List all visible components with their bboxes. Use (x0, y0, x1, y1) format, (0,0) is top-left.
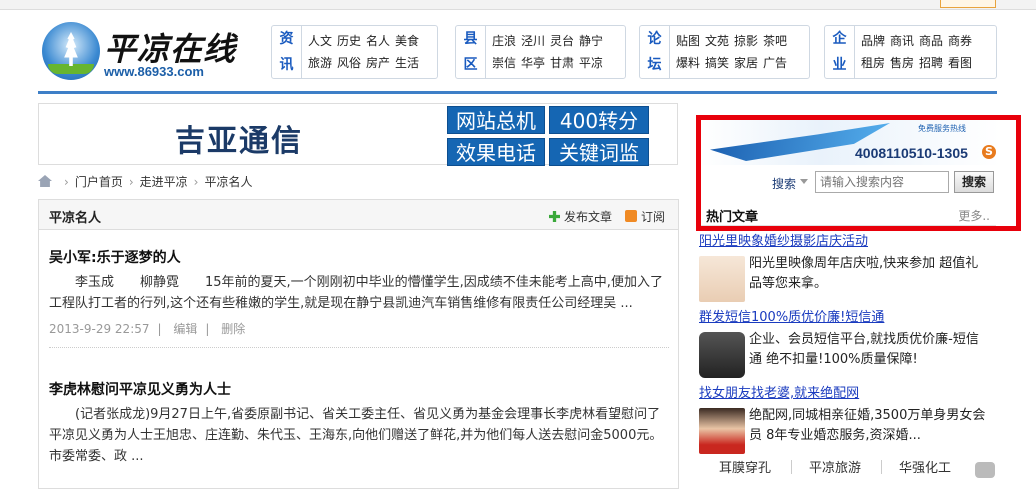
article-item: 李虎林慰问平凉见义勇为人士 (记者张成龙)9月27日上午,省委原副书记、省关工委… (49, 380, 669, 467)
nav-box-news: 资讯 人文 历史 名人 美食 旅游 风俗 房产 生活 (271, 25, 438, 79)
nav-link[interactable]: 静宁 (579, 30, 603, 52)
article-title[interactable]: 吴小军:乐于逐梦的人 (49, 248, 669, 268)
article-meta: 2013-9-29 22:57 | 编辑 | 删除 (49, 320, 669, 348)
publish-article-button[interactable]: 发布文章 (549, 208, 612, 225)
article-summary: (记者张成龙)9月27日上午,省委原副书记、省关工委主任、省见义勇为基金会理事长… (49, 407, 663, 464)
banner-tile[interactable]: 效果电话 (447, 138, 545, 166)
nav-link[interactable]: 商讯 (890, 30, 914, 52)
hot-article-summary: 阳光里映像周年店庆啦,快来参加 超值礼品等您来拿。 (749, 256, 979, 291)
nav-link[interactable]: 看图 (948, 52, 972, 74)
nav-link[interactable]: 华亭 (521, 52, 545, 74)
breadcrumb-link[interactable]: 走进平凉 (140, 175, 188, 189)
breadcrumb: › 门户首页 › 走进平凉 › 平凉名人 (38, 173, 252, 191)
article-item: 吴小军:乐于逐梦的人 李玉成 柳静霓 15年前的夏天,一个刚刚初中毕业的懵懂学生… (49, 248, 669, 348)
nav-link[interactable]: 文苑 (705, 30, 729, 52)
article-list-panel: 平凉名人 发布文章 订阅 吴小军:乐于逐梦的人 李玉成 柳静霓 15年前的夏天,… (38, 199, 679, 489)
bottom-link[interactable]: 耳膜穿孔 (719, 457, 771, 476)
banner-tile[interactable]: 网站总机 (447, 106, 545, 134)
nav-link[interactable]: 历史 (337, 30, 361, 52)
nav-link[interactable]: 招聘 (919, 52, 943, 74)
edit-link[interactable]: 编辑 (173, 322, 197, 336)
banner-tile[interactable]: 关键词监测 (549, 138, 649, 193)
top-toolbar-strip (0, 0, 1036, 10)
settings-corner-icon[interactable] (975, 462, 995, 478)
nav-link[interactable]: 甘肃 (550, 52, 574, 74)
ad-banner[interactable]: 吉亚通信 网站总机 400转分机 效果电话 关键词监测 (38, 103, 678, 193)
article-title[interactable]: 李虎林慰问平凉见义勇为人士 (49, 380, 669, 400)
phone-thumbnail[interactable] (699, 332, 745, 378)
nav-box-business: 企业 品牌 商讯 商品 商券 租房 售房 招聘 看图 (824, 25, 997, 79)
plus-icon (549, 211, 560, 222)
breadcrumb-link[interactable]: 门户首页 (75, 175, 123, 189)
banner-tile[interactable]: 400转分机 (549, 106, 649, 161)
logo-url: www.86933.com (104, 64, 204, 79)
nav-box-heading: 资讯 (272, 26, 302, 78)
nav-link[interactable]: 品牌 (861, 30, 885, 52)
nav-link[interactable]: 掠影 (734, 30, 758, 52)
list-item: 群发短信100%质优价廉!短信通 企业、会员短信平台,就找质优价廉-短信通 绝不… (699, 308, 999, 384)
bottom-link[interactable]: 平凉旅游 (809, 457, 861, 476)
hot-article-link[interactable]: 群发短信100%质优价廉!短信通 (699, 308, 999, 328)
list-item: 阳光里映象婚纱摄影店庆活动 阳光里映像周年店庆啦,快来参加 超值礼品等您来拿。 (699, 232, 999, 308)
site-logo[interactable]: 平凉在线 www.86933.com (42, 22, 242, 82)
nav-link[interactable]: 茶吧 (763, 30, 787, 52)
nav-box-heading: 县区 (456, 26, 486, 78)
article-date: 2013-9-29 22:57 (49, 322, 150, 336)
nav-box-heading: 企业 (825, 26, 855, 78)
nav-link[interactable]: 泾川 (521, 30, 545, 52)
rss-icon (625, 210, 637, 222)
nav-link[interactable]: 灵台 (550, 30, 574, 52)
list-item: 找女朋友找老婆,就来绝配网 绝配网,同城相亲征婚,3500万单身男女会员 8年专… (699, 384, 999, 460)
panel-title: 平凉名人 (49, 211, 102, 226)
nav-box-heading: 论坛 (640, 26, 670, 78)
home-icon[interactable] (38, 175, 52, 187)
delete-link[interactable]: 删除 (221, 322, 245, 336)
nav-link[interactable]: 崇信 (492, 52, 516, 74)
nav-link[interactable]: 房产 (366, 52, 390, 74)
nav-link[interactable]: 爆料 (676, 52, 700, 74)
nav-link[interactable]: 名人 (366, 30, 390, 52)
article-summary: 李玉成 柳静霓 15年前的夏天,一个刚刚初中毕业的懵懂学生,因成绩不佳未能考上高… (49, 275, 663, 311)
nav-link[interactable]: 售房 (890, 52, 914, 74)
nav-link[interactable]: 搞笑 (705, 52, 729, 74)
hot-article-link[interactable]: 找女朋友找老婆,就来绝配网 (699, 384, 999, 404)
nav-link[interactable]: 平凉 (579, 52, 603, 74)
banner-brand: 吉亚通信 (175, 124, 303, 159)
hot-articles-list: 阳光里映象婚纱摄影店庆活动 阳光里映像周年店庆啦,快来参加 超值礼品等您来拿。 … (699, 232, 999, 460)
hot-article-summary: 绝配网,同城相亲征婚,3500万单身男女会员 8年专业婚恋服务,资深婚... (749, 408, 986, 443)
pagoda-logo-icon (42, 22, 100, 80)
nav-link[interactable]: 贴图 (676, 30, 700, 52)
nav-link[interactable]: 生活 (395, 52, 419, 74)
header-divider (38, 91, 997, 94)
hot-article-summary: 企业、会员短信平台,就找质优价廉-短信通 绝不扣量!100%质量保障! (749, 332, 979, 367)
nav-link[interactable]: 旅游 (308, 52, 332, 74)
nav-link[interactable]: 美食 (395, 30, 419, 52)
nav-link[interactable]: 商品 (919, 30, 943, 52)
top-strip-button[interactable] (940, 0, 996, 8)
nav-link[interactable]: 家居 (734, 52, 758, 74)
woman-photo-thumbnail[interactable] (699, 408, 745, 454)
nav-link[interactable]: 风俗 (337, 52, 361, 74)
nav-box-forum: 论坛 贴图 文苑 掠影 茶吧 爆料 搞笑 家居 广告 (639, 25, 810, 79)
nav-link[interactable]: 商券 (948, 30, 972, 52)
subscribe-button[interactable]: 订阅 (625, 208, 665, 225)
group-photo-thumbnail[interactable] (699, 256, 745, 302)
nav-link[interactable]: 庄浪 (492, 30, 516, 52)
nav-link[interactable]: 人文 (308, 30, 332, 52)
bottom-links: 耳膜穿孔 平凉旅游 华强化工 (699, 457, 999, 477)
nav-link[interactable]: 租房 (861, 52, 885, 74)
panel-header: 平凉名人 发布文章 订阅 (39, 200, 678, 230)
nav-link[interactable]: 广告 (763, 52, 787, 74)
bottom-link[interactable]: 华强化工 (899, 457, 951, 476)
breadcrumb-current: 平凉名人 (204, 175, 253, 189)
hot-article-link[interactable]: 阳光里映象婚纱摄影店庆活动 (699, 232, 999, 252)
nav-box-counties: 县区 庄浪 泾川 灵台 静宁 崇信 华亭 甘肃 平凉 (455, 25, 626, 79)
highlight-box (696, 115, 1021, 231)
